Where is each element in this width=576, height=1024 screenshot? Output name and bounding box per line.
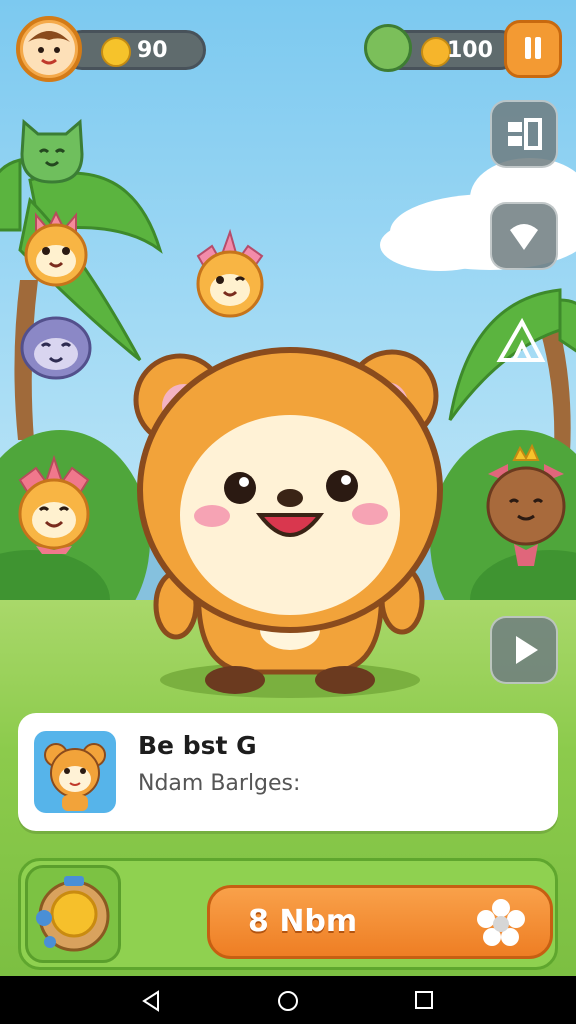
currency-pill-left[interactable]: 90 — [62, 30, 206, 70]
purple-creature[interactable] — [16, 308, 96, 380]
currency-left-value: 90 — [137, 38, 168, 63]
card-title: Be bst G — [138, 731, 257, 760]
recents-icon[interactable] — [414, 990, 434, 1010]
green-cat-avatar[interactable] — [16, 110, 88, 186]
currency-right-value: 100 — [447, 38, 493, 63]
back-icon[interactable] — [140, 990, 162, 1012]
bear-character — [133, 347, 443, 698]
shield-button[interactable] — [490, 202, 558, 270]
bear-thumbnail-icon — [44, 743, 106, 811]
orange-flower-creature-left[interactable] — [16, 205, 96, 289]
tent-icon — [496, 317, 546, 362]
home-icon[interactable] — [276, 989, 300, 1013]
orange-flower-creature-floating[interactable] — [186, 226, 272, 322]
capsule-ball-icon — [36, 876, 110, 952]
card-thumbnail — [34, 731, 116, 813]
capsule-slot-button[interactable] — [25, 865, 121, 963]
pause-menu-icon — [525, 37, 541, 59]
inventory-button[interactable] — [490, 100, 558, 168]
fruit-creature-icon[interactable] — [364, 24, 412, 72]
pause-menu-button[interactable] — [504, 20, 562, 78]
system-navigation-bar — [0, 976, 576, 1024]
tent-button[interactable] — [494, 316, 548, 366]
brown-crowned-creature[interactable] — [478, 440, 574, 570]
primary-action-button[interactable]: 8 Nbm — [207, 885, 553, 959]
monkey-avatar-icon — [23, 23, 75, 75]
card-subtitle: Ndam Barlges: — [138, 771, 301, 796]
bottom-action-bar: 8 Nbm — [18, 858, 558, 970]
orange-flower-creature-bush[interactable] — [6, 450, 102, 560]
inventory-icon — [508, 118, 542, 150]
flower-gear-icon — [477, 899, 525, 946]
info-card[interactable]: Be bst G Ndam Barlges: — [18, 713, 558, 831]
shield-icon — [510, 224, 538, 250]
primary-action-label: 8 Nbm — [248, 904, 358, 939]
player-avatar[interactable] — [16, 16, 82, 82]
sprout-coin-icon — [101, 37, 131, 67]
play-button[interactable] — [490, 616, 558, 684]
play-icon — [516, 636, 538, 664]
